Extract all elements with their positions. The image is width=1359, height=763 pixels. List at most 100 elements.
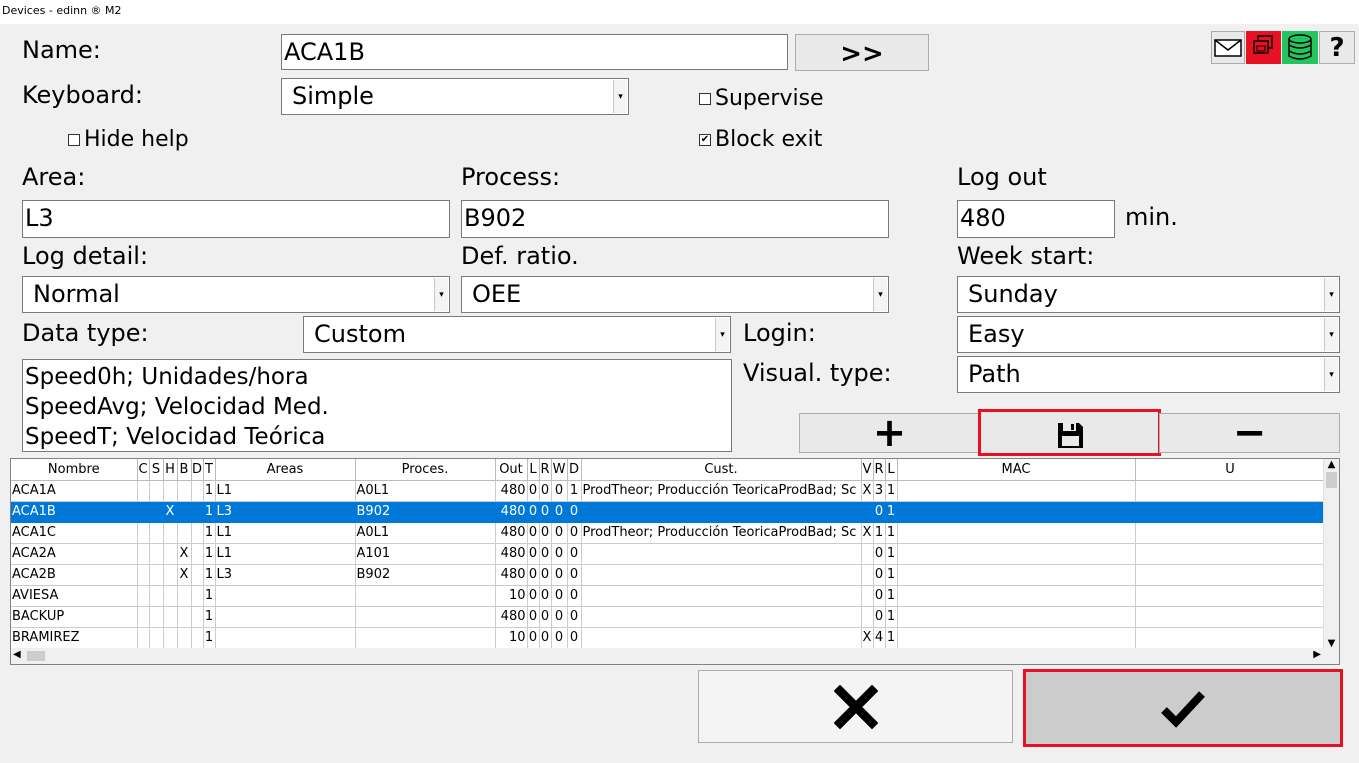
table-row[interactable]: BACKUP 1 480 0 0 0 0 0 1 — [11, 606, 1326, 628]
table-cell — [149, 606, 164, 628]
table-cell: 0 — [527, 543, 540, 565]
scroll-thumb[interactable] — [1326, 472, 1337, 488]
table-row[interactable]: ACA1B X 1 L3 B902 480 0 0 0 0 0 1 — [11, 501, 1326, 523]
table-cell: 0 — [873, 501, 886, 523]
checkmark-icon — [1161, 691, 1205, 728]
data-type-textarea[interactable]: Speed0h; Unidades/hora SpeedAvg; Velocid… — [22, 359, 732, 452]
table-cell — [137, 606, 150, 628]
column-header[interactable]: D — [191, 459, 204, 481]
table-cell: 1 — [885, 606, 898, 628]
column-header[interactable]: R — [873, 459, 886, 481]
table-cell: 0 — [551, 585, 568, 607]
table-cell: 0 — [567, 564, 582, 586]
next-button[interactable]: >> — [795, 34, 929, 71]
table-cell: 480 — [495, 501, 528, 523]
scroll-up-icon[interactable]: ▲ — [1324, 459, 1339, 470]
column-header[interactable]: L — [527, 459, 540, 481]
table-cell: 0 — [551, 522, 568, 544]
table-cell: 0 — [551, 543, 568, 565]
log-detail-select[interactable]: Normal ▾ — [22, 276, 450, 313]
def-ratio-select[interactable]: OEE ▾ — [461, 276, 889, 313]
scroll-thumb[interactable] — [27, 651, 45, 661]
column-header[interactable]: H — [163, 459, 178, 481]
block-exit-checkbox[interactable]: ✔ Block exit — [699, 127, 822, 152]
cancel-button[interactable] — [698, 670, 1013, 743]
table-cell — [861, 543, 874, 565]
keyboard-select[interactable]: Simple ▾ — [281, 78, 629, 115]
table-cell — [897, 564, 1136, 586]
table-cell — [861, 501, 874, 523]
name-label: Name: — [22, 36, 101, 64]
table-cell — [355, 606, 496, 628]
table-cell: 0 — [551, 564, 568, 586]
column-header[interactable]: W — [551, 459, 568, 481]
table-cell — [1135, 606, 1326, 628]
column-header[interactable]: U — [1135, 459, 1326, 481]
table-cell: 0 — [527, 522, 540, 544]
scroll-right-icon[interactable]: ▶ — [1313, 649, 1321, 660]
table-cell — [1135, 585, 1326, 607]
column-header[interactable]: B — [177, 459, 192, 481]
table-cell — [177, 627, 192, 649]
remove-button[interactable]: − — [1159, 413, 1340, 453]
windows-icon[interactable] — [1246, 31, 1281, 64]
horizontal-scrollbar[interactable]: ◀ ▶ — [11, 648, 1339, 664]
login-select[interactable]: Easy ▾ — [957, 316, 1340, 353]
column-header[interactable]: C — [137, 459, 150, 481]
devices-grid: Nombre C S H B D T Areas Proces. Out L R W D Cust. V R L M… — [11, 459, 1326, 649]
vertical-scrollbar[interactable]: ▲ ▼ — [1323, 459, 1339, 649]
database-icon[interactable] — [1282, 31, 1318, 64]
mail-icon[interactable] — [1211, 31, 1245, 64]
column-header[interactable]: Cust. — [581, 459, 862, 481]
table-cell: 0 — [567, 585, 582, 607]
scroll-left-icon[interactable]: ◀ — [13, 649, 21, 660]
supervise-checkbox[interactable]: Supervise — [699, 86, 824, 111]
table-cell — [897, 585, 1136, 607]
table-cell: 1 — [885, 480, 898, 502]
add-button[interactable]: + — [799, 413, 980, 453]
dropdown-arrow-icon: ▾ — [1324, 278, 1338, 311]
process-input[interactable]: B902 — [461, 200, 889, 238]
column-header[interactable]: R — [539, 459, 552, 481]
column-header[interactable]: Out — [495, 459, 528, 481]
column-header[interactable]: D — [567, 459, 582, 481]
table-row[interactable]: ACA2A X 1 L1 A101 480 0 0 0 0 0 1 — [11, 543, 1326, 565]
column-header[interactable]: L — [885, 459, 898, 481]
table-cell — [177, 480, 192, 502]
table-cell — [149, 627, 164, 649]
ok-button[interactable] — [1023, 669, 1343, 747]
name-input[interactable]: ACA1B — [281, 34, 788, 70]
column-header[interactable]: V — [861, 459, 874, 481]
table-row[interactable]: ACA2B X 1 L3 B902 480 0 0 0 0 0 1 — [11, 564, 1326, 586]
column-header[interactable]: Proces. — [355, 459, 496, 481]
data-line: SpeedAvg; Velocidad Med. — [25, 394, 329, 420]
login-label: Login: — [743, 319, 816, 347]
table-row[interactable]: AVIESA 1 10 0 0 0 0 0 1 — [11, 585, 1326, 607]
table-cell — [163, 564, 178, 586]
logout-input[interactable]: 480 — [957, 200, 1115, 238]
data-type-select[interactable]: Custom ▾ — [303, 316, 731, 353]
column-header[interactable]: Nombre — [11, 459, 138, 481]
table-cell: 1 — [203, 501, 216, 523]
save-button[interactable] — [978, 409, 1161, 456]
table-cell — [897, 501, 1136, 523]
area-input[interactable]: L3 — [22, 200, 450, 238]
table-row[interactable]: ACA1A 1 L1 A0L1 480 0 0 0 1 ProdTheor; Producción… — [11, 480, 1326, 502]
hide-help-checkbox[interactable]: Hide help — [68, 127, 189, 152]
column-header[interactable]: MAC — [897, 459, 1136, 481]
table-cell: 1 — [203, 606, 216, 628]
help-icon[interactable]: ? — [1319, 31, 1355, 64]
visual-type-select[interactable]: Path ▾ — [957, 356, 1340, 393]
table-cell: 10 — [495, 627, 528, 649]
table-row[interactable]: BRAMIREZ 1 10 0 0 0 0 X 4 1 — [11, 627, 1326, 649]
table-row[interactable]: ACA1C 1 L1 A0L1 480 0 0 0 0 ProdTheor; Producción… — [11, 522, 1326, 544]
table-cell — [215, 606, 356, 628]
table-cell: 0 — [539, 627, 552, 649]
table-cell: 0 — [873, 585, 886, 607]
column-header[interactable]: Areas — [215, 459, 356, 481]
table-cell — [897, 543, 1136, 565]
column-header[interactable]: S — [149, 459, 164, 481]
column-header[interactable]: T — [203, 459, 216, 481]
week-start-select[interactable]: Sunday ▾ — [957, 276, 1340, 313]
devices-table[interactable]: Nombre C S H B D T Areas Proces. Out L R W D Cust. V R L M… — [10, 458, 1340, 665]
